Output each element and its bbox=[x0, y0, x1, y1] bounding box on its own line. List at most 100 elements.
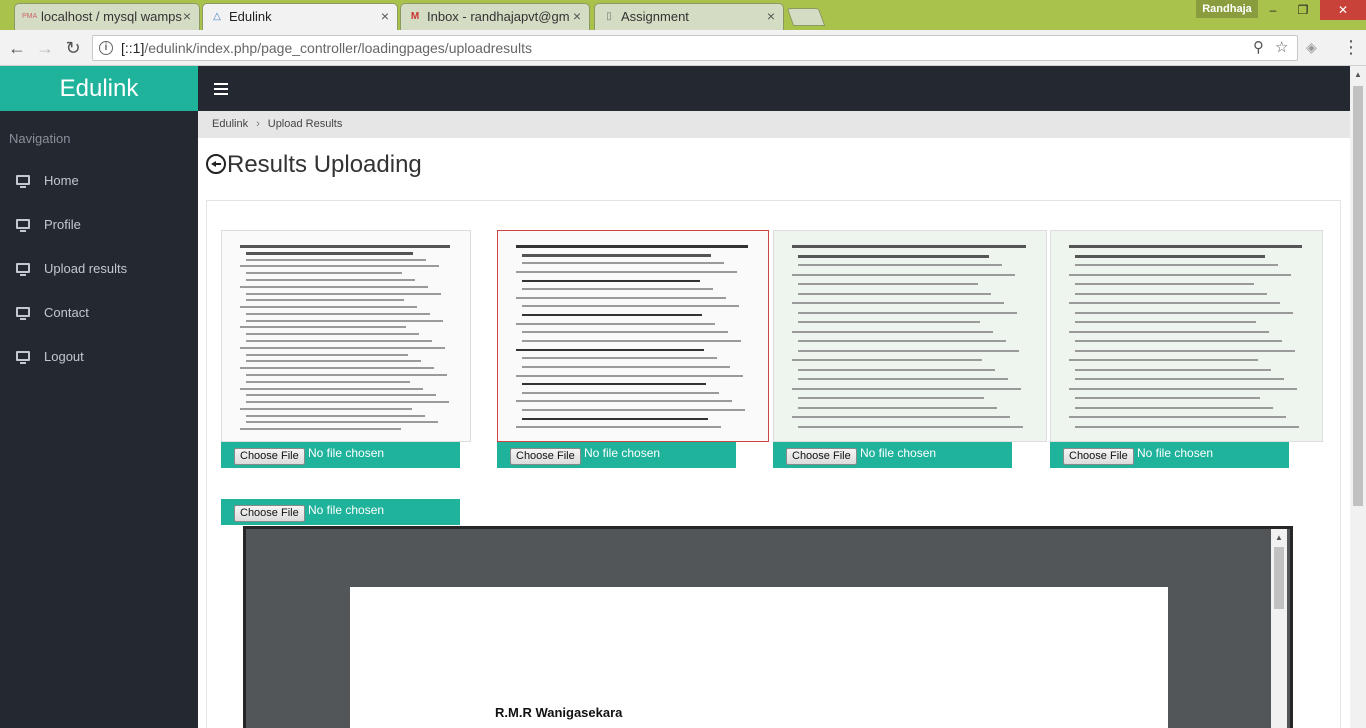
file-upload-5: Choose File No file chosen bbox=[221, 499, 460, 525]
menu-icon[interactable]: ⋮ bbox=[1342, 35, 1360, 59]
document-line bbox=[246, 380, 410, 383]
restore-icon[interactable]: ❐ bbox=[1288, 0, 1318, 20]
tab-assignment[interactable]: ▯ Assignment × bbox=[594, 3, 784, 30]
star-icon[interactable]: ☆ bbox=[1275, 36, 1288, 60]
document-line bbox=[1069, 245, 1302, 248]
document-line bbox=[1075, 292, 1267, 295]
document-line bbox=[792, 302, 1004, 304]
document-line bbox=[1075, 378, 1284, 380]
choose-file-button[interactable]: Choose File bbox=[786, 448, 857, 465]
document-line bbox=[1075, 349, 1295, 352]
file-upload-2: Choose File No file chosen bbox=[497, 442, 736, 468]
info-icon[interactable]: i bbox=[99, 41, 113, 55]
close-icon[interactable]: × bbox=[381, 4, 389, 29]
document-line bbox=[1075, 425, 1299, 428]
sidebar-item-logout[interactable]: Logout bbox=[0, 335, 198, 379]
tab-gmail[interactable]: M Inbox - randhajapvt@gm × bbox=[400, 3, 590, 30]
breadcrumb-home[interactable]: Edulink bbox=[212, 118, 248, 130]
document-line bbox=[792, 416, 1010, 418]
document-line bbox=[798, 397, 984, 399]
address-bar[interactable]: i [::1]/edulink/index.php/page_controlle… bbox=[92, 35, 1298, 61]
pdf-scrollbar[interactable]: ▲ bbox=[1271, 529, 1287, 728]
nav-heading: Navigation bbox=[9, 131, 71, 146]
document-line bbox=[246, 258, 426, 261]
document-line bbox=[1075, 368, 1271, 371]
document-line bbox=[1075, 406, 1273, 409]
forward-arrow-icon[interactable]: → bbox=[33, 36, 57, 60]
page-scrollbar[interactable]: ▲ bbox=[1350, 66, 1366, 728]
sidebar-item-contact[interactable]: Contact bbox=[0, 291, 198, 335]
document-line bbox=[1069, 387, 1297, 390]
profile-badge[interactable]: Randhaja bbox=[1196, 0, 1258, 18]
monitor-icon bbox=[16, 175, 30, 188]
document-line bbox=[246, 319, 443, 322]
file-status: No file chosen bbox=[308, 446, 385, 460]
back-circle-icon[interactable] bbox=[206, 154, 226, 174]
gmail-icon: M bbox=[410, 11, 420, 22]
document-line bbox=[798, 368, 995, 371]
close-icon[interactable]: × bbox=[767, 4, 775, 29]
file-upload-1: Choose File No file chosen bbox=[221, 442, 460, 468]
document-line bbox=[246, 333, 419, 336]
document-line bbox=[516, 245, 748, 248]
window-close-icon[interactable]: ✕ bbox=[1320, 0, 1366, 20]
sidebar-item-home[interactable]: Home bbox=[0, 159, 198, 203]
document-line bbox=[240, 367, 434, 370]
document-line bbox=[246, 401, 449, 404]
reload-icon[interactable]: ↻ bbox=[61, 36, 85, 60]
sidebar-toggle-icon[interactable] bbox=[214, 83, 228, 95]
page-title-text: Results Uploading bbox=[227, 151, 422, 178]
choose-file-button[interactable]: Choose File bbox=[510, 448, 581, 465]
brand-logo[interactable]: Edulink bbox=[0, 66, 198, 111]
tab-phpmyadmin[interactable]: PMA localhost / mysql wamps × bbox=[14, 3, 200, 30]
document-line bbox=[240, 285, 428, 288]
sidebar-item-profile[interactable]: Profile bbox=[0, 203, 198, 247]
new-tab-button[interactable] bbox=[786, 8, 826, 26]
sidebar-item-upload-results[interactable]: Upload results bbox=[0, 247, 198, 291]
document-line bbox=[798, 340, 1006, 342]
tab-label: localhost / mysql wamps bbox=[41, 9, 182, 24]
sidebar-item-label: Profile bbox=[44, 217, 81, 232]
document-line bbox=[1075, 254, 1265, 258]
close-icon[interactable]: × bbox=[183, 4, 191, 29]
document-line bbox=[246, 394, 436, 397]
url-path: /edulink/index.php/page_controller/loadi… bbox=[144, 40, 532, 56]
document-line bbox=[516, 400, 732, 403]
document-line bbox=[792, 359, 982, 361]
file-upload-4: Choose File No file chosen bbox=[1050, 442, 1289, 468]
document-line bbox=[792, 330, 993, 333]
dropbox-icon[interactable]: ◈ bbox=[1306, 39, 1317, 56]
choose-file-button[interactable]: Choose File bbox=[234, 448, 305, 465]
page-title: Results Uploading bbox=[206, 150, 422, 180]
pdf-viewer[interactable]: R.M.R Wanigasekara ▲ bbox=[243, 526, 1293, 728]
edulink-icon: △ bbox=[213, 11, 221, 22]
close-icon[interactable]: × bbox=[573, 4, 581, 29]
tab-edulink[interactable]: △ Edulink × bbox=[202, 3, 398, 31]
document-line bbox=[516, 296, 726, 299]
document-line bbox=[1069, 330, 1269, 333]
document-line bbox=[522, 305, 739, 308]
breadcrumb: Edulink › Upload Results bbox=[198, 111, 1350, 138]
sidebar-item-label: Contact bbox=[44, 305, 89, 320]
document-line bbox=[522, 383, 706, 386]
document-line bbox=[246, 272, 402, 275]
scroll-up-icon[interactable]: ▲ bbox=[1275, 533, 1283, 542]
back-arrow-icon[interactable]: ← bbox=[5, 36, 29, 60]
scroll-thumb[interactable] bbox=[1274, 547, 1284, 609]
monitor-icon bbox=[16, 307, 30, 320]
scroll-up-icon[interactable]: ▲ bbox=[1354, 70, 1362, 79]
scroll-thumb[interactable] bbox=[1353, 86, 1363, 506]
zoom-icon[interactable]: ⚲ bbox=[1253, 36, 1264, 60]
document-line bbox=[246, 353, 408, 356]
document-line bbox=[1075, 311, 1293, 314]
file-status: No file chosen bbox=[860, 446, 937, 460]
document-line bbox=[240, 306, 417, 309]
file-status: No file chosen bbox=[1137, 446, 1214, 460]
student-name: R.M.R Wanigasekara bbox=[495, 705, 623, 720]
document-line bbox=[522, 253, 711, 257]
choose-file-button[interactable]: Choose File bbox=[234, 505, 305, 522]
breadcrumb-current: Upload Results bbox=[267, 118, 343, 130]
minimize-icon[interactable]: – bbox=[1258, 0, 1288, 20]
document-line bbox=[798, 292, 991, 295]
choose-file-button[interactable]: Choose File bbox=[1063, 448, 1134, 465]
